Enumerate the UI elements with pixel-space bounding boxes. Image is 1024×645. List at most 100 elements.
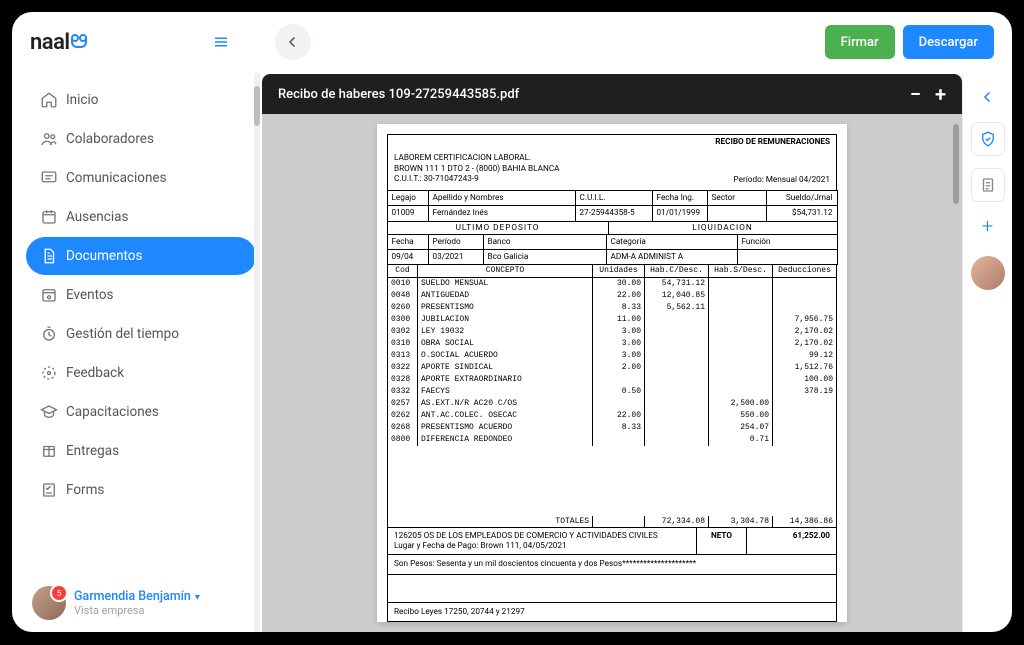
concept-row: 0800DIFERENCIA REDONDEO0.71: [388, 434, 837, 446]
user-subtitle: Vista empresa: [74, 604, 200, 617]
right-rail: +: [962, 74, 1012, 632]
h-fecha-ing: Fecha Ing.: [652, 190, 708, 206]
sidebar-item-comunicaciones[interactable]: Comunicaciones: [26, 159, 256, 197]
v-categoria: ADM-A ADMINIST A: [606, 249, 738, 265]
th-concepto: CONCEPTO: [418, 264, 593, 277]
page-scroll-area[interactable]: RECIBO DE REMUNERACIONES LABOREM CERTIFI…: [262, 114, 962, 632]
h-cuil: C.U.I.L.: [575, 190, 653, 206]
download-button[interactable]: Descargar: [903, 25, 994, 59]
sidebar-item-eventos[interactable]: Eventos: [26, 276, 256, 314]
sidebar-scroll-thumb[interactable]: [254, 86, 260, 126]
h-sector: Sector: [707, 190, 767, 206]
back-button[interactable]: [275, 24, 311, 60]
sidebar-item-label: Eventos: [66, 287, 114, 303]
rail-user-avatar-icon[interactable]: [971, 256, 1005, 290]
h-sueldo: Sueldo/Jrnal: [766, 190, 838, 206]
rail-collapse-button[interactable]: [979, 88, 997, 110]
sidebar-item-colaboradores[interactable]: Colaboradores: [26, 120, 256, 158]
feedback-icon: [40, 364, 66, 382]
v-legajo: 01009: [387, 205, 429, 221]
concept-row: 0010SUELDO MENSUAL30.0054,731.12: [388, 277, 837, 290]
logo-text-black: naal: [30, 30, 70, 55]
sidebar-scroll-track: [254, 72, 260, 632]
zoom-in-button[interactable]: +: [935, 84, 946, 104]
rail-document-button[interactable]: [971, 168, 1005, 202]
concept-row: 0332FAECYS0.50378.19: [388, 386, 837, 398]
concept-row: 0328APORTE EXTRAORDINARIO100.00: [388, 374, 837, 386]
th-habs: Hab.S/Desc.: [709, 264, 773, 277]
recibo-leyes: Recibo Leyes 17250, 20744 y 21297: [387, 603, 837, 622]
concept-row: 0313O.SOCIAL ACUERDO3.0099.12: [388, 350, 837, 362]
sidebar-item-feedback[interactable]: Feedback: [26, 354, 256, 392]
h-legajo: Legajo: [387, 190, 429, 206]
th-habc: Hab.C/Desc.: [645, 264, 709, 277]
th-ded: Deducciones: [773, 264, 837, 277]
sidebar-item-label: Documentos: [66, 248, 142, 264]
v-dep-banco: Bco Galicia: [483, 249, 607, 265]
recibo-direccion: BROWN 111 1 DTO 2 - (8000) BAHIA BLANCA: [394, 164, 670, 174]
sidebar-item-label: Ausencias: [66, 209, 128, 225]
h-dep-periodo: Período: [428, 234, 484, 250]
sidebar-item-capacitaciones[interactable]: Capacitaciones: [26, 393, 256, 431]
recibo-periodo: Período: Mensual 04/2021: [682, 175, 830, 185]
concept-row: 0302LEY 190323.002,170.02: [388, 326, 837, 338]
h-dep-fecha: Fecha: [387, 234, 429, 250]
form-icon: [40, 481, 66, 499]
user-name: Garmendia Benjamín: [74, 589, 191, 604]
concept-row: 0048ANTIGUEDAD22.0012,040.85: [388, 290, 837, 302]
concept-row: 0310OBRA SOCIAL3.002,170.02: [388, 338, 837, 350]
sidebar-item-documentos[interactable]: Documentos: [26, 237, 256, 275]
clock-icon: [40, 325, 66, 343]
app-window: naal Firmar Descargar Inicio Colaborador…: [12, 12, 1012, 632]
sidebar-item-inicio[interactable]: Inicio: [26, 81, 256, 119]
recibo-page: RECIBO DE REMUNERACIONES LABOREM CERTIFI…: [377, 124, 847, 622]
deposito-title: ULTIMO DEPOSITO: [387, 221, 609, 235]
document-viewer: Recibo de haberes 109-27259443585.pdf − …: [262, 72, 1012, 632]
neto-label: NETO: [696, 528, 746, 555]
v-nombre: Fernández Inés: [428, 205, 576, 221]
sidebar-item-label: Colaboradores: [66, 131, 154, 147]
sign-button[interactable]: Firmar: [825, 25, 895, 59]
recibo-empresa: LABOREM CERTIFICACION LABORAL.: [394, 153, 670, 163]
user-avatar-icon: [32, 586, 66, 620]
v-funcion: [737, 249, 838, 265]
menu-toggle-button[interactable]: [207, 28, 235, 56]
logo-glyph-icon: [71, 38, 87, 48]
v-dep-fecha: 09/04: [387, 249, 429, 265]
h-dep-banco: Banco: [483, 234, 607, 250]
liquidacion-title: LIQUIDACION: [608, 221, 838, 235]
sidebar-item-entregas[interactable]: Entregas: [26, 432, 256, 470]
topbar: naal Firmar Descargar: [12, 12, 1012, 72]
recibo-cuit: C.U.I.T.: 30-71047243-9: [394, 174, 670, 184]
h-categoria: Categoría: [606, 234, 738, 250]
graduation-icon: [40, 403, 66, 421]
sidebar-item-ausencias[interactable]: Ausencias: [26, 198, 256, 236]
concept-row: 0262ANT.AC.COLEC. OSECAC22.00550.00: [388, 410, 837, 422]
lugar-pago: Lugar y Fecha de Pago: Brown 111, 04/05/…: [394, 541, 690, 551]
viewer-header: Recibo de haberes 109-27259443585.pdf − …: [262, 74, 962, 114]
user-block[interactable]: Garmendia Benjamín▾ Vista empresa: [26, 576, 256, 624]
zoom-out-button[interactable]: −: [910, 84, 921, 104]
sidebar-item-label: Feedback: [66, 365, 124, 381]
people-icon: [40, 130, 66, 148]
sidebar-item-label: Gestión del tiempo: [66, 326, 179, 342]
sidebar-item-tiempo[interactable]: Gestión del tiempo: [26, 315, 256, 353]
h-nombre: Apellido y Nombres: [428, 190, 576, 206]
concept-row: 0322APORTE SINDICAL2.001,512.76: [388, 362, 837, 374]
v-sector: [707, 205, 767, 221]
sidebar-item-label: Capacitaciones: [66, 404, 159, 420]
v-sueldo: $54,731.12: [766, 205, 838, 221]
rail-add-button[interactable]: +: [982, 214, 993, 238]
logo[interactable]: naal: [30, 30, 87, 55]
sidebar-item-label: Inicio: [66, 92, 98, 108]
chat-icon: [40, 169, 66, 187]
neto-value: 61,252.00: [746, 528, 836, 555]
concept-row: 0260PRESENTISMO8.335,562.11: [388, 302, 837, 314]
sidebar: Inicio Colaboradores Comunicaciones Ause…: [12, 72, 262, 632]
v-cuil: 27-25944358-5: [575, 205, 653, 221]
sidebar-item-forms[interactable]: Forms: [26, 471, 256, 509]
document-icon: [40, 247, 66, 265]
rail-security-button[interactable]: [971, 122, 1005, 156]
concepts-table: Cod CONCEPTO Unidades Hab.C/Desc. Hab.S/…: [387, 264, 837, 528]
event-icon: [40, 286, 66, 304]
